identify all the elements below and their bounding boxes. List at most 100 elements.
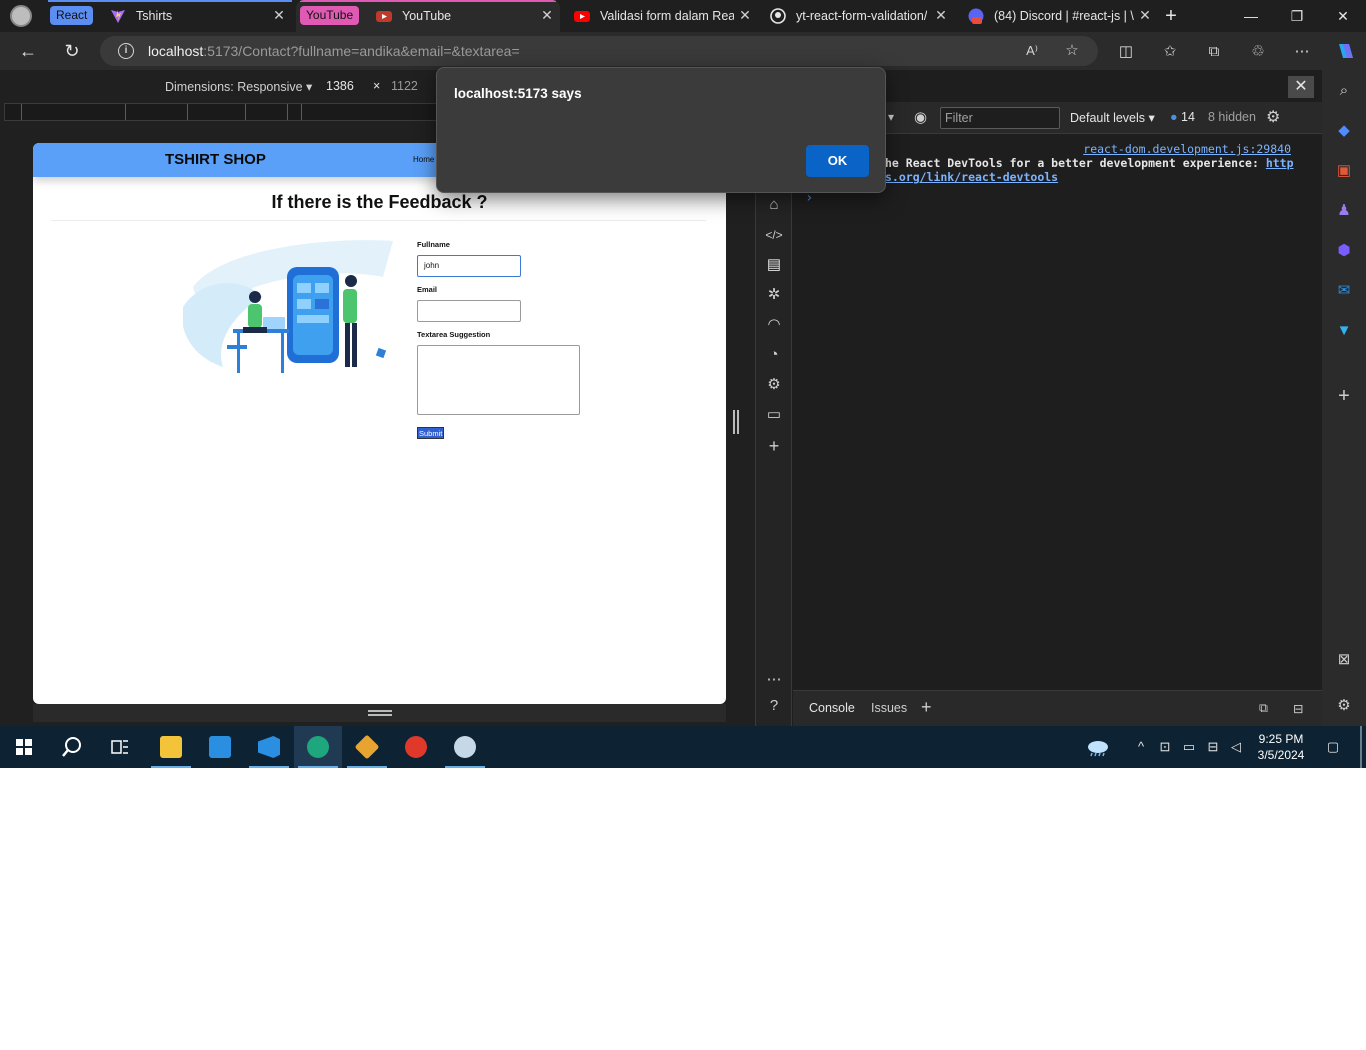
console-filter-input[interactable]: Filter — [940, 107, 1060, 129]
tab-discord[interactable]: (84) Discord | #react-js | \ ✕ — [958, 0, 1158, 32]
tab-youtube[interactable]: YouTube YouTube ✕ — [296, 0, 560, 32]
collections-icon[interactable]: ⧉ — [1204, 42, 1224, 62]
mail-app[interactable] — [196, 726, 244, 768]
volume-icon[interactable]: ◁ — [1228, 739, 1244, 755]
height-input[interactable]: 1122 — [391, 79, 418, 93]
undock-icon[interactable]: ⊟ — [1293, 701, 1303, 716]
shopping-tag-icon[interactable]: ◆ — [1334, 121, 1354, 141]
chevron-up-icon[interactable]: ^ — [1133, 739, 1149, 755]
info-icon[interactable]: i — [118, 43, 134, 59]
tools-briefcase-icon[interactable]: ▣ — [1334, 161, 1354, 181]
system-clock[interactable]: 9:25 PM 3/5/2024 — [1250, 731, 1312, 763]
tab-group-react[interactable]: React — [50, 6, 94, 25]
restore-button[interactable]: ❐ — [1274, 0, 1320, 32]
email-input[interactable] — [417, 300, 521, 322]
favorites-icon[interactable]: ✩ — [1160, 42, 1180, 62]
wps-app[interactable] — [392, 726, 440, 768]
show-desktop-button[interactable] — [1360, 726, 1362, 768]
fullname-input[interactable]: john — [417, 255, 521, 277]
tab-validasi[interactable]: Validasi form dalam Reac ✕ — [564, 0, 758, 32]
suggestion-textarea[interactable] — [417, 345, 580, 415]
nav-home-link[interactable]: Home — [413, 155, 434, 164]
close-icon[interactable]: ✕ — [272, 8, 286, 22]
address-bar[interactable]: i localhost:5173/Contact?fullname=andika… — [100, 36, 1098, 66]
application-icon[interactable]: ▭ — [764, 405, 784, 425]
extensions-icon[interactable]: ♲ — [1248, 42, 1268, 62]
close-icon[interactable]: ✕ — [738, 8, 752, 22]
back-button[interactable]: ← — [14, 38, 42, 64]
add-sidebar-app-icon[interactable]: + — [1334, 386, 1354, 406]
dock-icon[interactable]: ⧉ — [1259, 701, 1268, 716]
submit-button[interactable]: Submit — [417, 427, 445, 439]
fullname-label: Fullname — [417, 240, 450, 249]
log-levels-dropdown[interactable]: Default levels ▾ — [1070, 110, 1155, 125]
tab-group-youtube-line — [300, 0, 556, 2]
eye-icon[interactable]: ◉ — [914, 108, 927, 126]
add-drawer-tab-icon[interactable]: + — [921, 697, 932, 718]
file-explorer-app[interactable] — [147, 726, 195, 768]
close-icon[interactable]: ✕ — [934, 8, 948, 22]
settings-cog-icon[interactable]: ⚙ — [764, 375, 784, 395]
issues-counter[interactable]: ● 14 — [1170, 110, 1195, 124]
drop-icon[interactable]: ▼ — [1334, 321, 1354, 341]
edge-app[interactable] — [294, 726, 342, 768]
search-icon[interactable]: ⌕ — [1334, 81, 1354, 101]
windows-taskbar: ^ ⊡ ▭ ⊟ ◁ 9:25 PM 3/5/2024 ▢ — [0, 726, 1366, 768]
screenshot-icon[interactable]: ⊠ — [1334, 650, 1354, 670]
network-wifi-icon[interactable]: ◠ — [764, 315, 784, 335]
copilot-icon[interactable] — [1334, 40, 1358, 64]
network-icon[interactable]: ⊟ — [1205, 739, 1221, 755]
paint-app[interactable] — [441, 726, 489, 768]
console-icon[interactable]: ▤ — [764, 255, 784, 275]
vscode-app[interactable] — [245, 726, 293, 768]
sidebar-settings-icon[interactable]: ⚙ — [1334, 696, 1354, 716]
viewport-resize-bar[interactable] — [33, 704, 726, 722]
outlook-icon[interactable]: ✉ — [1334, 281, 1354, 301]
tab-github[interactable]: yt-react-form-validation/ ✕ — [760, 0, 954, 32]
width-input[interactable]: 1386 — [326, 79, 354, 93]
ok-button[interactable]: OK — [806, 145, 869, 177]
context-dropdown[interactable]: ▾ — [888, 110, 894, 124]
split-screen-icon[interactable]: ◫ — [1116, 42, 1136, 62]
refresh-button[interactable]: ↻ — [58, 38, 86, 64]
more-tools-plus-icon[interactable]: + — [764, 436, 784, 456]
dimensions-dropdown[interactable]: Dimensions: Responsive ▾ — [165, 79, 312, 94]
m365-icon[interactable]: ⬢ — [1334, 241, 1354, 261]
welcome-home-icon[interactable]: ⌂ — [764, 195, 784, 215]
devtools-link[interactable]: http — [1266, 156, 1294, 170]
tab-group-youtube[interactable]: YouTube — [300, 6, 360, 25]
task-view-button[interactable] — [96, 726, 144, 768]
performance-icon[interactable]: ◔ — [764, 345, 784, 365]
taskbar-search[interactable] — [48, 726, 96, 768]
git-app[interactable] — [343, 726, 391, 768]
minimize-button[interactable]: — — [1228, 0, 1274, 32]
site-brand[interactable]: TSHIRT SHOP — [165, 151, 266, 168]
help-icon[interactable]: ? — [764, 696, 784, 716]
more-icon[interactable]: ⋯ — [764, 670, 784, 690]
read-aloud-icon[interactable]: A⁾ — [1022, 41, 1042, 61]
start-button[interactable] — [0, 726, 48, 768]
console-source-link[interactable]: react-dom.development.js:29840 — [1083, 142, 1291, 156]
new-tab-button[interactable]: + — [1148, 0, 1194, 32]
close-window-button[interactable]: ✕ — [1320, 0, 1366, 32]
drawer-tab-issues[interactable]: Issues — [871, 701, 907, 715]
notifications-icon[interactable]: ▢ — [1325, 739, 1341, 755]
drawer-tab-console[interactable]: Console — [801, 701, 863, 728]
gear-icon[interactable]: ⚙ — [1266, 107, 1280, 127]
youtube-icon — [574, 8, 590, 24]
games-icon[interactable]: ♟ — [1334, 201, 1354, 221]
close-icon[interactable]: ✕ — [540, 8, 554, 22]
meet-now-icon[interactable]: ⊡ — [1157, 739, 1173, 755]
tab-tshirts[interactable]: Tshirts ✕ — [104, 0, 292, 32]
close-devtools-button[interactable]: ✕ — [1288, 76, 1314, 98]
devtools-link-continued[interactable]: s.org/link/react-devtools — [885, 170, 1058, 184]
more-menu-icon[interactable]: ⋯ — [1292, 42, 1312, 62]
sources-bug-icon[interactable]: ✲ — [764, 285, 784, 305]
viewport-side-resizer[interactable] — [733, 410, 739, 434]
profile-button[interactable] — [10, 0, 36, 32]
elements-icon[interactable]: </> — [764, 225, 784, 245]
battery-icon[interactable]: ▭ — [1181, 739, 1197, 755]
star-icon[interactable]: ☆ — [1062, 41, 1082, 61]
resize-grip-icon[interactable] — [368, 710, 392, 712]
weather-icon[interactable] — [1086, 737, 1110, 757]
